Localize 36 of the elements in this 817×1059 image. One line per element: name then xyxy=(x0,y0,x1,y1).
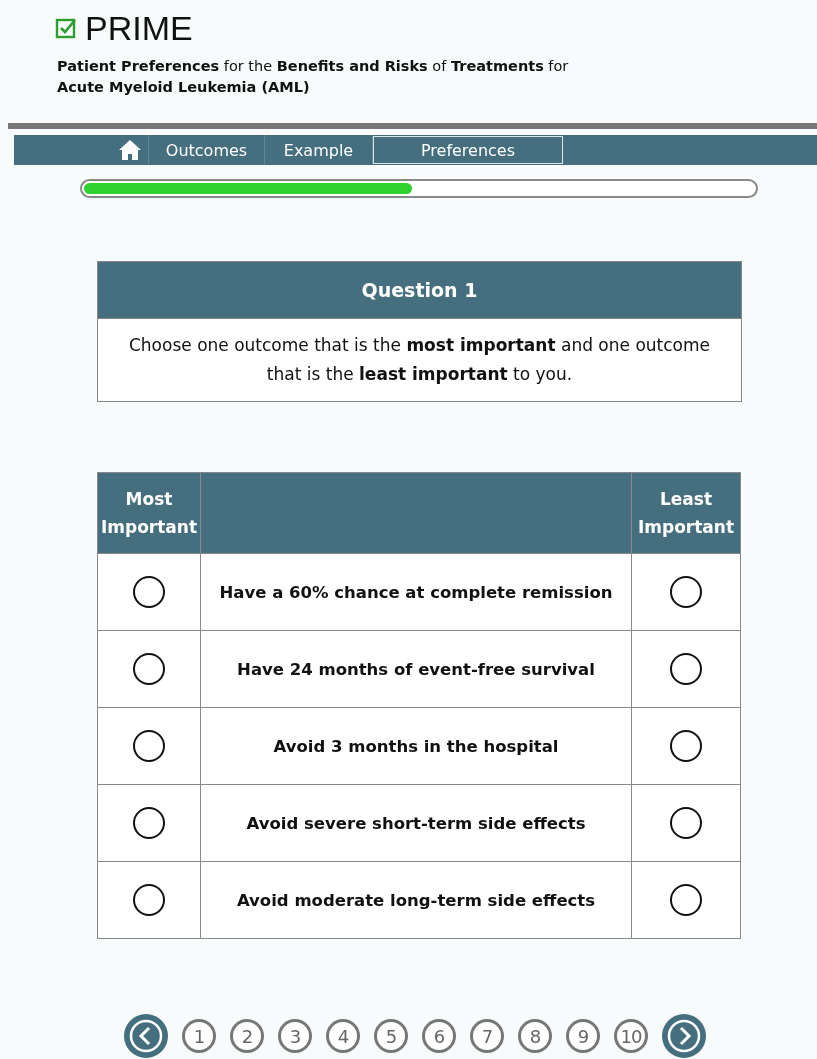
checkbox-icon xyxy=(55,16,79,40)
next-button[interactable] xyxy=(662,1014,706,1058)
radio-button[interactable] xyxy=(133,576,165,608)
page-button[interactable]: 6 xyxy=(422,1019,456,1053)
page-button[interactable]: 5 xyxy=(374,1019,408,1053)
nav-tab[interactable]: Preferences xyxy=(373,136,563,164)
outcome-cell: Have a 60% chance at complete remission xyxy=(200,553,632,631)
column-header: Most Important xyxy=(97,472,201,554)
radio-button[interactable] xyxy=(133,653,165,685)
page-button[interactable]: 2 xyxy=(230,1019,264,1053)
page-button[interactable]: 4 xyxy=(326,1019,360,1053)
page-button[interactable]: 8 xyxy=(518,1019,552,1053)
radio-button[interactable] xyxy=(133,730,165,762)
subtitle: Patient Preferences for the Benefits and Risks of Treatments for Acute Myeloid Leukemia (AML) xyxy=(56,57,570,97)
radio-button[interactable] xyxy=(133,884,165,916)
outcome-cell: Have 24 months of event-free survival xyxy=(200,630,632,708)
radio-button[interactable] xyxy=(670,807,702,839)
page-button[interactable]: 3 xyxy=(278,1019,312,1053)
previous-button[interactable] xyxy=(124,1014,168,1058)
question-text: Choose one outcome that is the most important and one outcome that is the least important to you. xyxy=(128,335,710,384)
home-icon[interactable] xyxy=(117,139,143,161)
logo-text: PRIME xyxy=(85,10,193,46)
radio-button[interactable] xyxy=(670,653,702,685)
radio-button[interactable] xyxy=(670,576,702,608)
page-button[interactable]: 10 xyxy=(614,1019,648,1053)
radio-button[interactable] xyxy=(670,730,702,762)
column-header: Least Important xyxy=(631,472,741,554)
page-button[interactable]: 7 xyxy=(470,1019,504,1053)
page-button[interactable]: 1 xyxy=(182,1019,216,1053)
question-title: Question 1 xyxy=(98,262,741,318)
outcome-cell: Avoid moderate long-term side effects xyxy=(200,861,632,939)
page-button[interactable]: 9 xyxy=(566,1019,600,1053)
outcome-cell: Avoid severe short-term side effects xyxy=(200,784,632,862)
radio-button[interactable] xyxy=(133,807,165,839)
radio-button[interactable] xyxy=(670,884,702,916)
outcome-cell: Avoid 3 months in the hospital xyxy=(200,707,632,785)
